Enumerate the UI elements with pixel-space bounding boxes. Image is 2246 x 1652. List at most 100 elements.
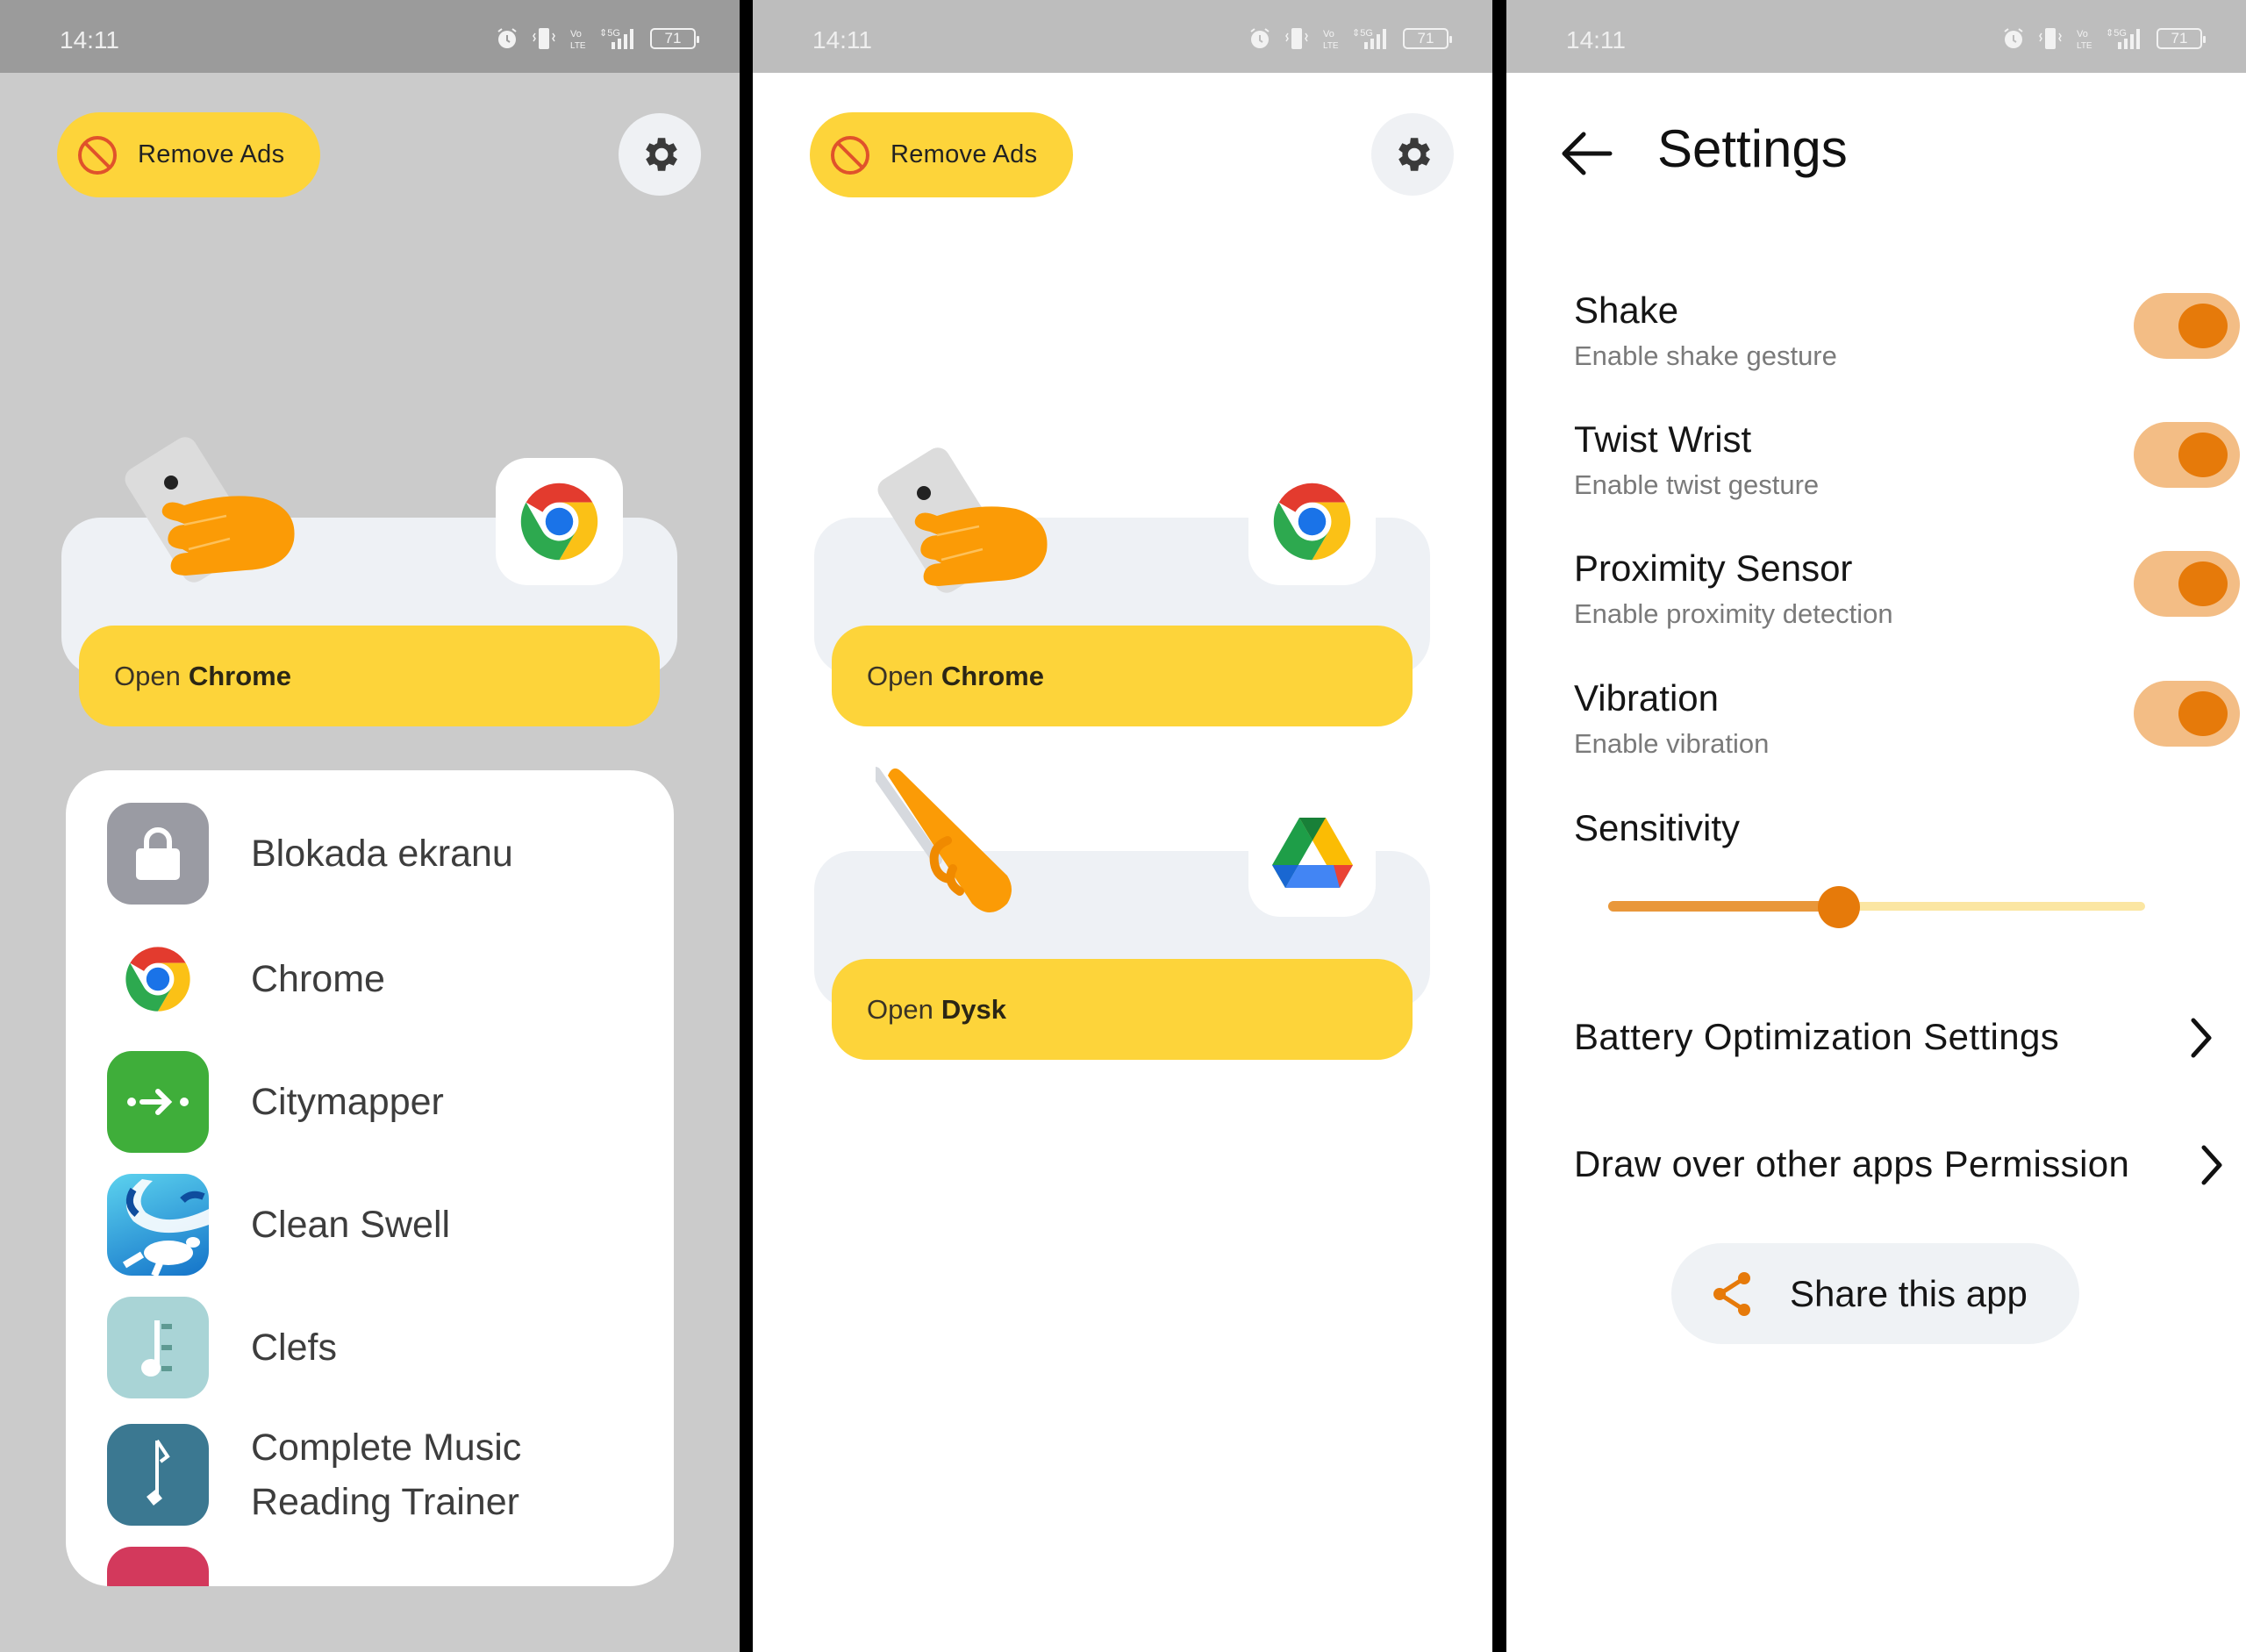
chevron-right-icon bbox=[2201, 1145, 2222, 1185]
slider-fill bbox=[1608, 901, 1840, 912]
setting-subtitle: Enable vibration bbox=[1574, 728, 1770, 759]
app-name: Blokada ekranu bbox=[251, 833, 513, 875]
5g-signal-icon: ⇕5G bbox=[2106, 28, 2140, 49]
battery-icon: 71 bbox=[2157, 28, 2206, 49]
app-name: Clefs bbox=[251, 1327, 337, 1369]
chrome-app-tile bbox=[496, 458, 623, 585]
setting-subtitle: Enable proximity detection bbox=[1574, 598, 1893, 629]
open-chrome-button[interactable]: Open Chrome bbox=[832, 626, 1413, 726]
no-ads-icon bbox=[78, 135, 117, 175]
svg-text:LTE: LTE bbox=[570, 41, 586, 51]
sensitivity-slider[interactable] bbox=[1608, 886, 2145, 928]
app-picker-list[interactable]: Blokada ekranu Chrome Citymapper Clean S… bbox=[66, 770, 674, 1586]
chrome-app-tile bbox=[1248, 458, 1376, 585]
svg-text:Vo: Vo bbox=[2077, 29, 2088, 39]
vibrate-icon bbox=[1285, 28, 1308, 49]
setting-shake: Shake Enable shake gesture bbox=[1559, 290, 2240, 395]
remove-ads-label: Remove Ads bbox=[891, 140, 1038, 168]
wave-turtle-icon bbox=[107, 1174, 209, 1276]
app-list-item[interactable]: Citymapper bbox=[66, 1051, 674, 1153]
status-icons: Vo LTE ⇕5G 71 bbox=[1248, 26, 1452, 51]
arrow-left-icon bbox=[1562, 132, 1613, 175]
eighth-note-icon bbox=[107, 1424, 209, 1526]
5g-signal-icon: ⇕5G bbox=[599, 28, 633, 49]
settings-button[interactable] bbox=[619, 113, 701, 196]
toggle-knob bbox=[2178, 304, 2228, 348]
alarm-icon bbox=[1250, 28, 1270, 48]
status-bar: 14:11 Vo LTE ⇕5G 71 bbox=[753, 0, 1492, 73]
share-app-button[interactable]: Share this app bbox=[1671, 1243, 2079, 1344]
swipe-hand-icon bbox=[876, 767, 1012, 912]
setting-title: Proximity Sensor bbox=[1574, 547, 1853, 589]
open-prefix: Open bbox=[867, 993, 933, 1025]
battery-icon: 71 bbox=[1403, 28, 1452, 49]
svg-text:Vo: Vo bbox=[570, 29, 582, 39]
setting-subtitle: Enable twist gesture bbox=[1574, 469, 1820, 500]
volte-icon: Vo LTE bbox=[1323, 29, 1339, 51]
page-title: Settings bbox=[1657, 119, 1848, 178]
status-bar: 14:11 Vo LTE ⇕5G 71 bbox=[1506, 0, 2246, 73]
back-button[interactable] bbox=[1559, 127, 1615, 180]
setting-subtitle: Enable shake gesture bbox=[1574, 340, 1837, 371]
open-chrome-button[interactable]: Open Chrome bbox=[79, 626, 660, 726]
battery-optimization-link[interactable]: Battery Optimization Settings bbox=[1574, 1006, 2223, 1068]
music-note-icon bbox=[107, 1297, 209, 1398]
open-app-name: Dysk bbox=[941, 993, 1006, 1025]
svg-text:⇕5G: ⇕5G bbox=[2106, 28, 2127, 39]
open-prefix: Open bbox=[114, 660, 181, 691]
svg-text:⇕5G: ⇕5G bbox=[1352, 28, 1373, 39]
app-name-line1: Complete Music bbox=[251, 1427, 522, 1469]
share-label: Share this app bbox=[1790, 1272, 2028, 1314]
shake-toggle[interactable] bbox=[2134, 293, 2240, 359]
link-label: Battery Optimization Settings bbox=[1574, 1016, 2060, 1057]
draw-over-apps-link[interactable]: Draw over other apps Permission bbox=[1574, 1134, 2223, 1195]
app-list-item[interactable]: Blokada ekranu bbox=[66, 803, 674, 905]
svg-text:Vo: Vo bbox=[1323, 29, 1334, 39]
drive-app-tile bbox=[1248, 790, 1376, 917]
setting-proximity-sensor: Proximity Sensor Enable proximity detect… bbox=[1559, 547, 2240, 653]
app-list-item[interactable]: Clean Swell bbox=[66, 1174, 674, 1276]
remove-ads-button[interactable]: Remove Ads bbox=[57, 112, 320, 197]
vibration-toggle[interactable] bbox=[2134, 681, 2240, 747]
twist-wrist-toggle[interactable] bbox=[2134, 422, 2240, 488]
status-time: 14:11 bbox=[812, 26, 872, 54]
chrome-icon bbox=[107, 928, 209, 1030]
google-drive-icon bbox=[1271, 817, 1353, 888]
app-list-item[interactable]: Chrome bbox=[66, 928, 674, 1030]
chrome-icon bbox=[520, 483, 598, 561]
partial-app-icon bbox=[107, 1547, 209, 1586]
app-list-item[interactable]: Complete Music Reading Trainer bbox=[66, 1424, 674, 1526]
app-name: Citymapper bbox=[251, 1081, 444, 1123]
status-time: 14:11 bbox=[60, 26, 119, 54]
vibrate-icon bbox=[2039, 28, 2062, 49]
open-dysk-button[interactable]: Open Dysk bbox=[832, 959, 1413, 1060]
setting-twist-wrist: Twist Wrist Enable twist gesture bbox=[1559, 418, 2240, 524]
chrome-icon bbox=[1273, 483, 1351, 561]
setting-title: Shake bbox=[1574, 290, 1679, 331]
app-name: Chrome bbox=[251, 958, 385, 1000]
volte-icon: Vo LTE bbox=[570, 29, 586, 51]
remove-ads-button[interactable]: Remove Ads bbox=[810, 112, 1073, 197]
5g-signal-icon: ⇕5G bbox=[1352, 28, 1386, 49]
vibrate-icon bbox=[533, 28, 555, 49]
citymapper-icon bbox=[107, 1051, 209, 1153]
remove-ads-label: Remove Ads bbox=[138, 140, 285, 168]
status-bar: 14:11 Vo LTE ⇕5G 71 bbox=[0, 0, 740, 73]
battery-icon: 71 bbox=[650, 28, 699, 49]
setting-title: Vibration bbox=[1574, 677, 1720, 719]
home-screen-with-app-picker: 14:11 Vo LTE ⇕5G 71 Remove Ads Open Chrome bbox=[0, 0, 740, 1652]
shake-hand-icon bbox=[877, 447, 1048, 593]
toggle-knob bbox=[2178, 691, 2228, 736]
app-list-item[interactable]: Clefs bbox=[66, 1297, 674, 1398]
volte-icon: Vo LTE bbox=[2077, 29, 2092, 51]
alarm-icon bbox=[497, 28, 517, 48]
home-screen: 14:11 Vo LTE ⇕5G 71 Remove Ads Open Chrome bbox=[753, 0, 1492, 1652]
svg-text:⇕5G: ⇕5G bbox=[599, 28, 620, 39]
share-icon bbox=[1713, 1271, 1750, 1316]
slider-thumb[interactable] bbox=[1818, 886, 1861, 928]
proximity-sensor-toggle[interactable] bbox=[2134, 551, 2240, 617]
svg-text:LTE: LTE bbox=[1323, 41, 1339, 51]
app-name-line2: Reading Trainer bbox=[251, 1481, 519, 1523]
gear-icon bbox=[1398, 138, 1430, 171]
settings-button[interactable] bbox=[1371, 113, 1454, 196]
